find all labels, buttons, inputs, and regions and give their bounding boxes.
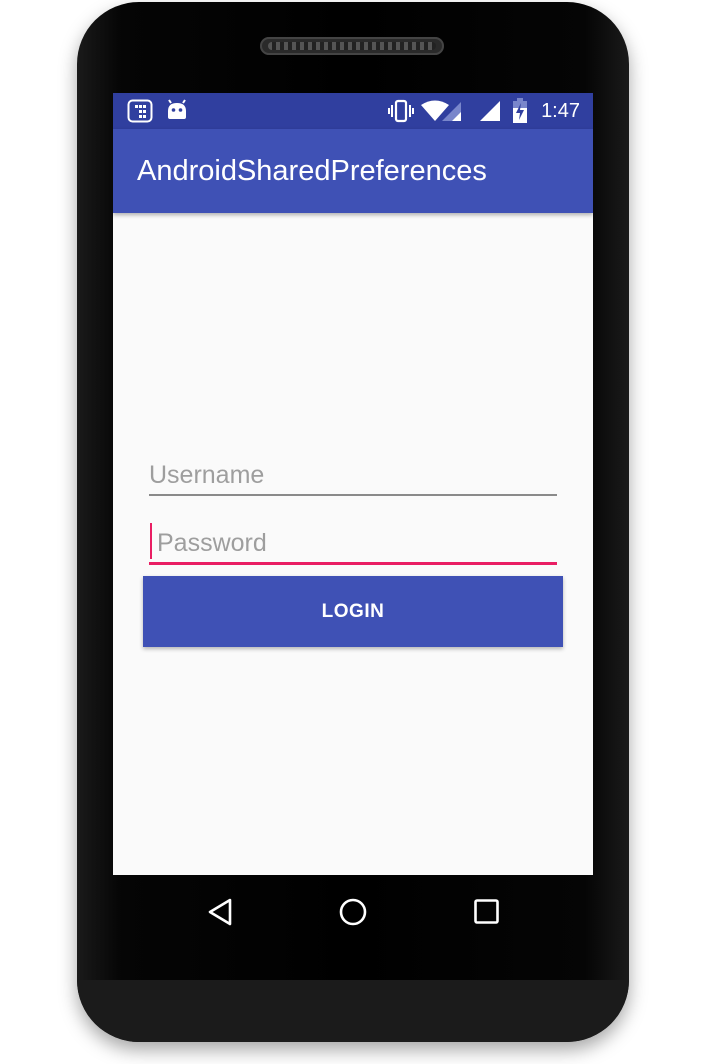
app-title: AndroidSharedPreferences	[137, 155, 487, 187]
login-button[interactable]: LOGIN	[143, 576, 563, 647]
recents-icon[interactable]	[473, 898, 501, 931]
android-icon	[166, 99, 188, 126]
status-bar: 1:47	[113, 93, 593, 129]
back-icon[interactable]	[206, 897, 234, 932]
username-underline	[149, 494, 557, 496]
device-screen: 1:47 AndroidSharedPreferences LOGIN	[113, 93, 593, 875]
home-icon[interactable]	[338, 897, 368, 932]
password-input[interactable]	[149, 521, 557, 565]
text-cursor	[150, 523, 152, 559]
app-bar: AndroidSharedPreferences	[113, 129, 593, 213]
password-underline	[149, 562, 557, 565]
sim-toolkit-icon	[127, 99, 153, 128]
status-time: 1:47	[541, 100, 580, 122]
signal-icon	[479, 100, 501, 127]
wifi-icon	[421, 100, 465, 127]
username-input[interactable]	[149, 453, 557, 497]
speaker-grille	[260, 37, 444, 55]
phone-chin	[77, 980, 629, 1042]
vibrate-icon	[388, 99, 414, 128]
battery-charging-icon	[512, 98, 528, 129]
